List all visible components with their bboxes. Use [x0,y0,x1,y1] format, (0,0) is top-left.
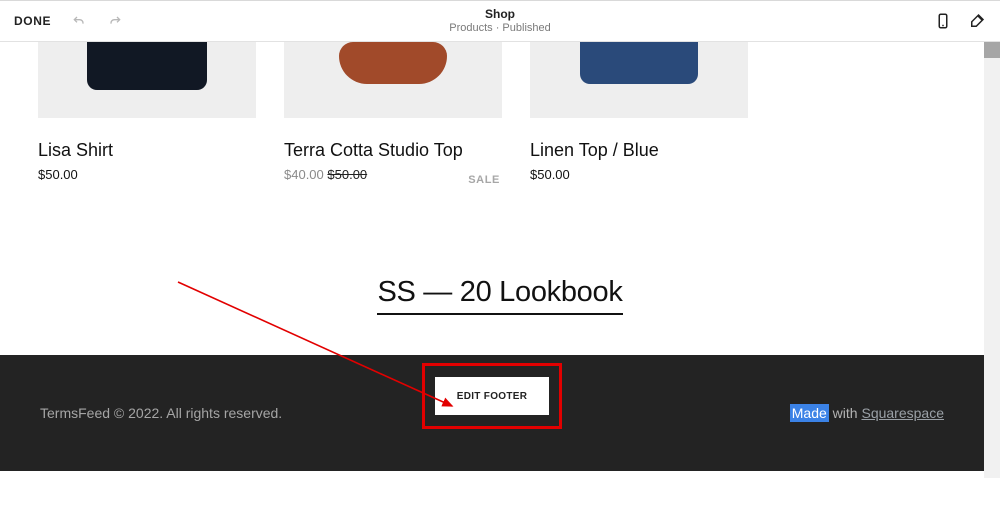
topbar-center: Shop Products · Published [214,7,786,36]
scrollbar-down-icon[interactable] [984,478,1000,492]
page-subtitle: Products · Published [214,22,786,36]
sale-badge: SALE [468,174,500,186]
original-price: $50.00 [327,167,367,182]
squarespace-link[interactable]: Squarespace [861,405,944,421]
product-card[interactable]: Lisa Shirt $50.00 [38,42,256,182]
product-card[interactable]: Terra Cotta Studio Top $40.00 $50.00 SAL… [284,42,502,182]
page-content: Lisa Shirt $50.00 Terra Cotta Studio Top… [0,42,1000,315]
undo-icon[interactable] [71,13,87,29]
product-price: $50.00 [38,167,256,182]
redo-icon[interactable] [107,13,123,29]
bottom-strip [0,492,1000,506]
scrollbar-track[interactable] [984,58,1000,478]
topbar-right [786,12,986,30]
lookbook-link[interactable]: SS — 20 Lookbook [377,276,622,315]
product-name: Lisa Shirt [38,140,256,161]
product-name: Terra Cotta Studio Top [284,140,502,161]
footer-with-text: with [829,405,862,421]
footer-copyright: TermsFeed © 2022. All rights reserved. [40,405,282,421]
lookbook-section: SS — 20 Lookbook [38,276,962,315]
site-footer[interactable]: TermsFeed © 2022. All rights reserved. M… [0,355,984,471]
topbar-left: DONE [14,13,214,29]
edit-footer-button[interactable]: EDIT FOOTER [435,377,549,415]
editor-canvas: Lisa Shirt $50.00 Terra Cotta Studio Top… [0,42,1000,492]
product-grid: Lisa Shirt $50.00 Terra Cotta Studio Top… [38,42,962,182]
mobile-preview-icon[interactable] [934,12,952,30]
done-button[interactable]: DONE [14,14,51,28]
product-name: Linen Top / Blue [530,140,748,161]
product-image [38,42,256,118]
scrollbar-up-icon[interactable] [984,42,1000,58]
sale-price: $40.00 [284,167,324,182]
styles-brush-icon[interactable] [968,12,986,30]
product-price: $50.00 [530,167,748,182]
edit-footer-label: EDIT FOOTER [457,391,528,402]
made-badge: Made [790,404,829,422]
product-card[interactable]: Linen Top / Blue $50.00 [530,42,748,182]
footer-attribution: Made with Squarespace [790,405,944,421]
editor-topbar: DONE Shop Products · Published [0,0,1000,42]
product-image [530,42,748,118]
page-title: Shop [214,7,786,22]
product-image [284,42,502,118]
